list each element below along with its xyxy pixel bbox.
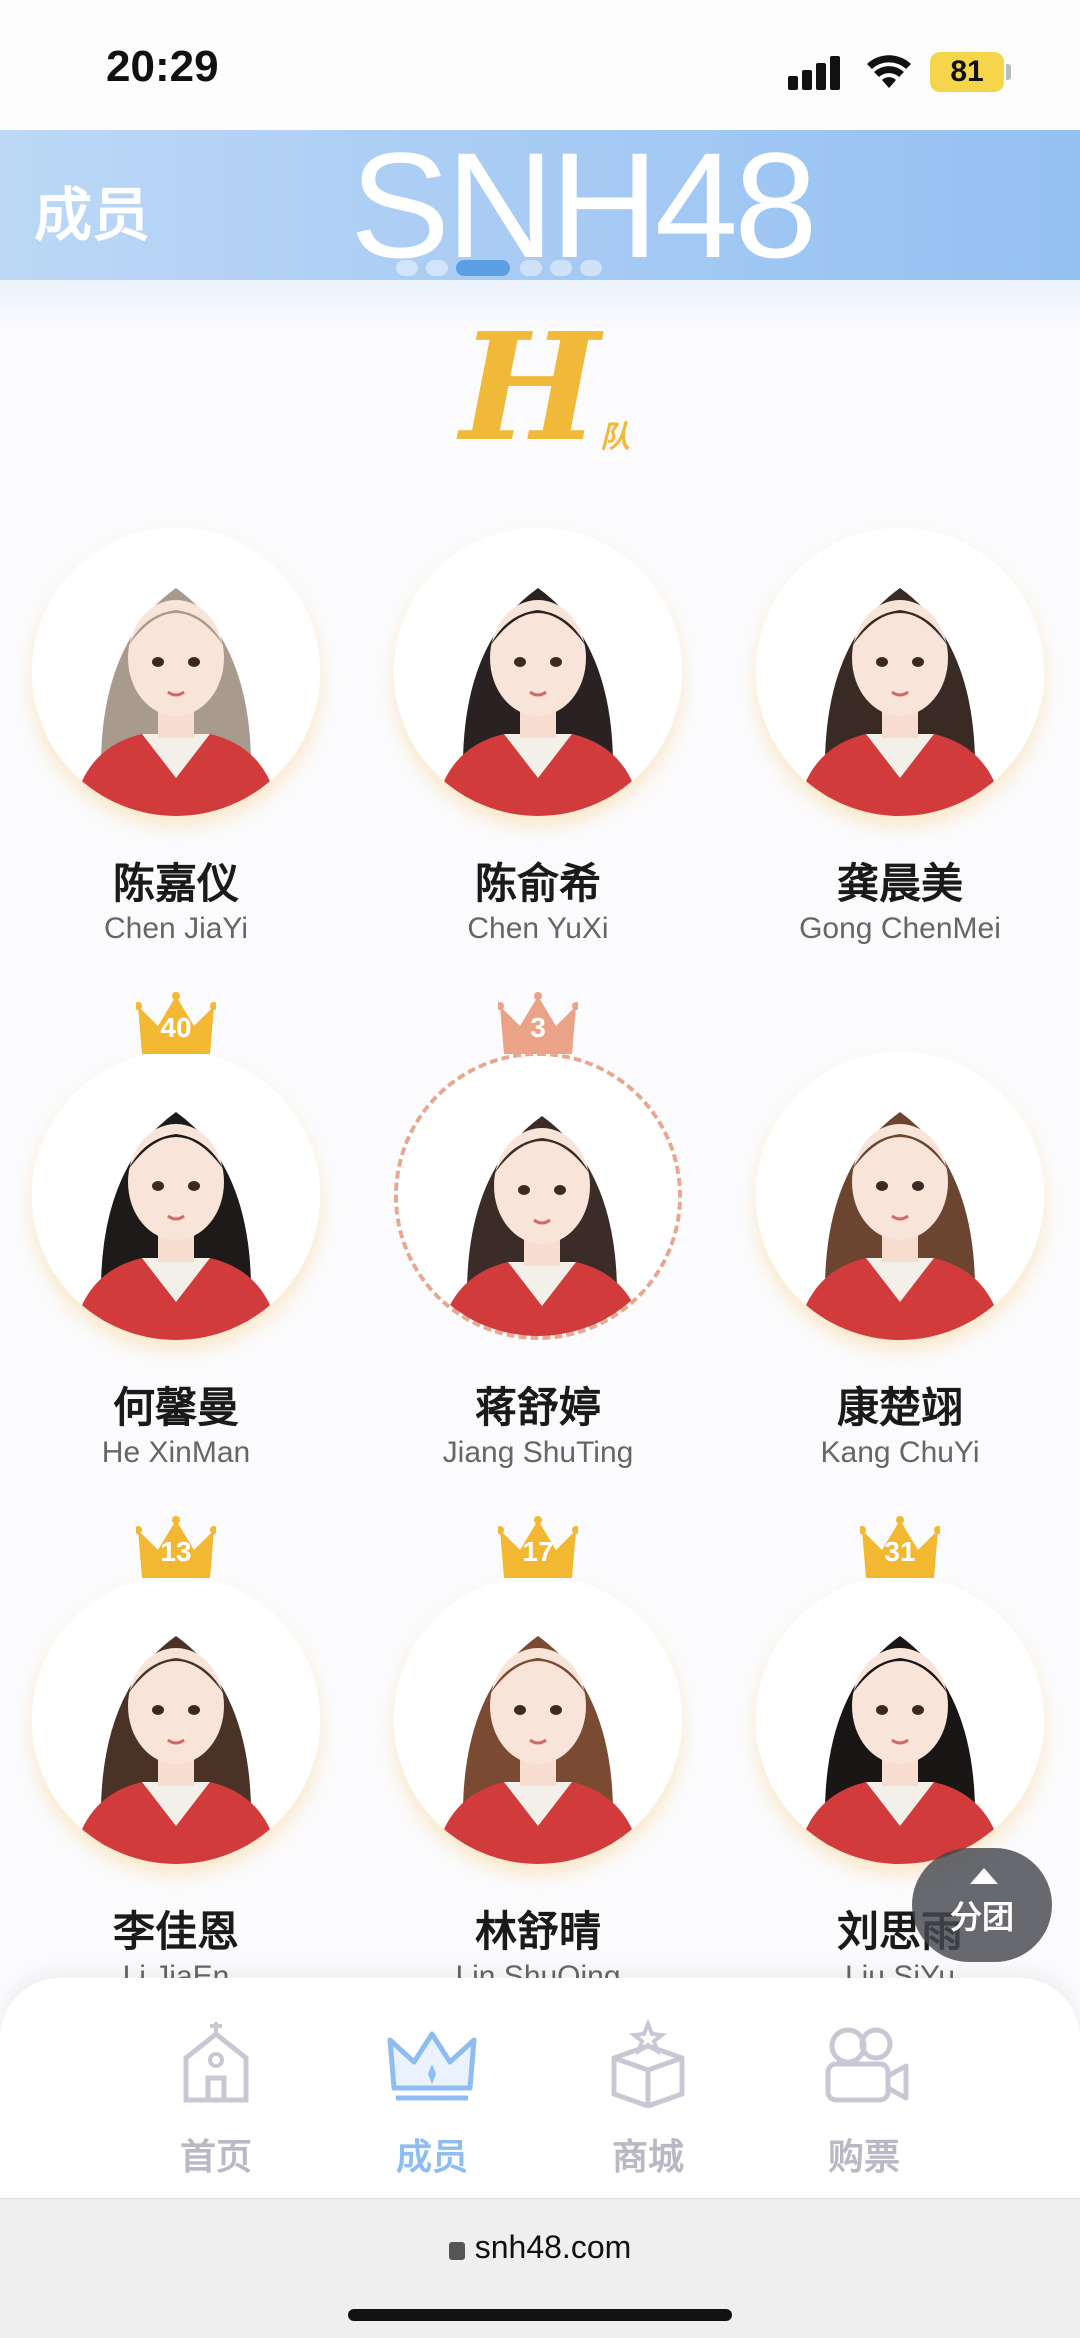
- nav-label-home: 首页: [179, 2137, 252, 2178]
- wifi-icon: [867, 55, 911, 88]
- member-name-en: Gong ChenMei: [799, 912, 1001, 945]
- member-name-en: Chen JiaYi: [104, 912, 248, 945]
- rank-crown-badge: 3: [496, 992, 580, 1058]
- rank-crown-badge: 17: [496, 1516, 580, 1582]
- nav-label-tickets: 购票: [827, 2137, 900, 2178]
- rank-number: 3: [530, 1012, 546, 1043]
- member-portrait: [756, 528, 1044, 816]
- member-card[interactable]: 陈俞希 Chen YuXi: [378, 520, 698, 1000]
- member-name-cn: 蒋舒婷: [474, 1383, 601, 1432]
- carousel-dot[interactable]: [426, 260, 448, 276]
- member-card[interactable]: 31 刘思雨 Liu SiYu: [740, 1516, 1060, 2048]
- nav-label-members: 成员: [395, 2137, 468, 2178]
- status-bar: 20:29 81: [0, 0, 1080, 130]
- member-card[interactable]: 陈嘉仪 Chen JiaYi: [16, 520, 336, 1000]
- nav-item-home[interactable]: 首页: [116, 2008, 316, 2178]
- member-name-cn: 陈嘉仪: [112, 859, 239, 908]
- member-name-cn: 陈俞希: [474, 859, 601, 908]
- member-card[interactable]: 13 李佳恩 Li JiaEn: [16, 1516, 336, 2048]
- member-name-cn: 康楚翊: [836, 1383, 963, 1432]
- member-name-cn: 何馨曼: [112, 1383, 239, 1432]
- clock: 20:29: [106, 42, 219, 91]
- home-icon: [183, 2022, 249, 2103]
- carousel-dot-active[interactable]: [456, 260, 510, 276]
- member-card[interactable]: 17 林舒晴 Lin ShuQing: [378, 1516, 698, 2048]
- cellular-signal-icon: [788, 54, 844, 90]
- member-name-en: He XinMan: [101, 1436, 251, 1469]
- member-name-cn: 李佳恩: [112, 1907, 239, 1956]
- url-text: snh48.com: [474, 2229, 632, 2265]
- member-card[interactable]: 龚晨美 Gong ChenMei: [740, 520, 1060, 1000]
- arrow-up-icon: [970, 1868, 998, 1884]
- home-indicator[interactable]: [348, 2309, 732, 2321]
- carousel-dot[interactable]: [580, 260, 602, 276]
- member-avatar[interactable]: [32, 1576, 320, 1864]
- rank-crown-badge: 13: [134, 1516, 218, 1582]
- member-card[interactable]: 40 何馨曼 He XinMan: [16, 992, 336, 1524]
- member-portrait: [32, 528, 320, 816]
- rank-number: 17: [522, 1536, 554, 1567]
- battery-tip: [1006, 64, 1011, 80]
- member-avatar[interactable]: [756, 1576, 1044, 1864]
- rank-crown-badge: 40: [134, 992, 218, 1058]
- member-avatar[interactable]: [32, 1052, 320, 1340]
- member-portrait: [394, 528, 682, 816]
- url-display[interactable]: snh48.com: [0, 2229, 1080, 2266]
- carousel-dot[interactable]: [520, 260, 542, 276]
- rank-number: 31: [884, 1536, 916, 1567]
- battery-indicator: 81: [930, 52, 1004, 92]
- member-portrait: [32, 1576, 320, 1864]
- member-avatar[interactable]: [394, 1576, 682, 1864]
- member-portrait: [394, 1576, 682, 1864]
- nav-item-members[interactable]: 成员: [332, 2008, 532, 2178]
- member-avatar[interactable]: [756, 1052, 1044, 1340]
- bottom-nav: 首页 成员 商城 购票: [0, 1978, 1080, 2198]
- member-avatar[interactable]: [394, 1052, 682, 1340]
- member-name-cn: 龚晨美: [836, 859, 963, 908]
- browser-url-bar[interactable]: snh48.com: [0, 2198, 1080, 2338]
- team-letter: H: [460, 300, 600, 474]
- team-switch-label: 分团: [949, 1898, 1014, 1936]
- rank-number: 40: [160, 1012, 192, 1043]
- rank-crown-badge: 31: [858, 1516, 942, 1582]
- nav-item-mall[interactable]: 商城: [548, 2008, 748, 2178]
- lock-icon: [448, 2242, 465, 2260]
- team-h-logo: H 队: [450, 312, 640, 462]
- member-name-en: Chen YuXi: [467, 912, 609, 945]
- carousel-indicator: [396, 254, 696, 278]
- page-title: 成员: [34, 181, 151, 249]
- header-banner[interactable]: 成员 SNH48: [0, 130, 1080, 280]
- gift-box-icon: [611, 2018, 685, 2108]
- member-card[interactable]: 康楚翊 Kang ChuYi: [740, 1044, 1060, 1524]
- member-avatar[interactable]: [394, 528, 682, 816]
- carousel-dot[interactable]: [396, 260, 418, 276]
- member-name-cn: 林舒晴: [474, 1907, 601, 1956]
- team-suffix: 队: [600, 420, 630, 455]
- member-card[interactable]: 3 蒋舒婷 Jiang ShuTing: [378, 992, 698, 1524]
- member-avatar[interactable]: [756, 528, 1044, 816]
- nav-item-tickets[interactable]: 购票: [764, 2008, 964, 2178]
- member-avatar[interactable]: [32, 528, 320, 816]
- rank-number: 13: [160, 1536, 192, 1567]
- camera-icon: [825, 2027, 909, 2103]
- member-name-en: Jiang ShuTing: [442, 1436, 634, 1469]
- member-portrait: [756, 1576, 1044, 1864]
- crown-icon: [387, 2031, 477, 2101]
- team-switch-button[interactable]: 分团: [912, 1848, 1052, 1962]
- member-name-en: Kang ChuYi: [820, 1436, 980, 1469]
- member-portrait: [756, 1052, 1044, 1340]
- carousel-dot[interactable]: [550, 260, 572, 276]
- nav-label-mall: 商城: [611, 2137, 684, 2178]
- member-portrait: [32, 1052, 320, 1340]
- member-portrait: [398, 1056, 678, 1336]
